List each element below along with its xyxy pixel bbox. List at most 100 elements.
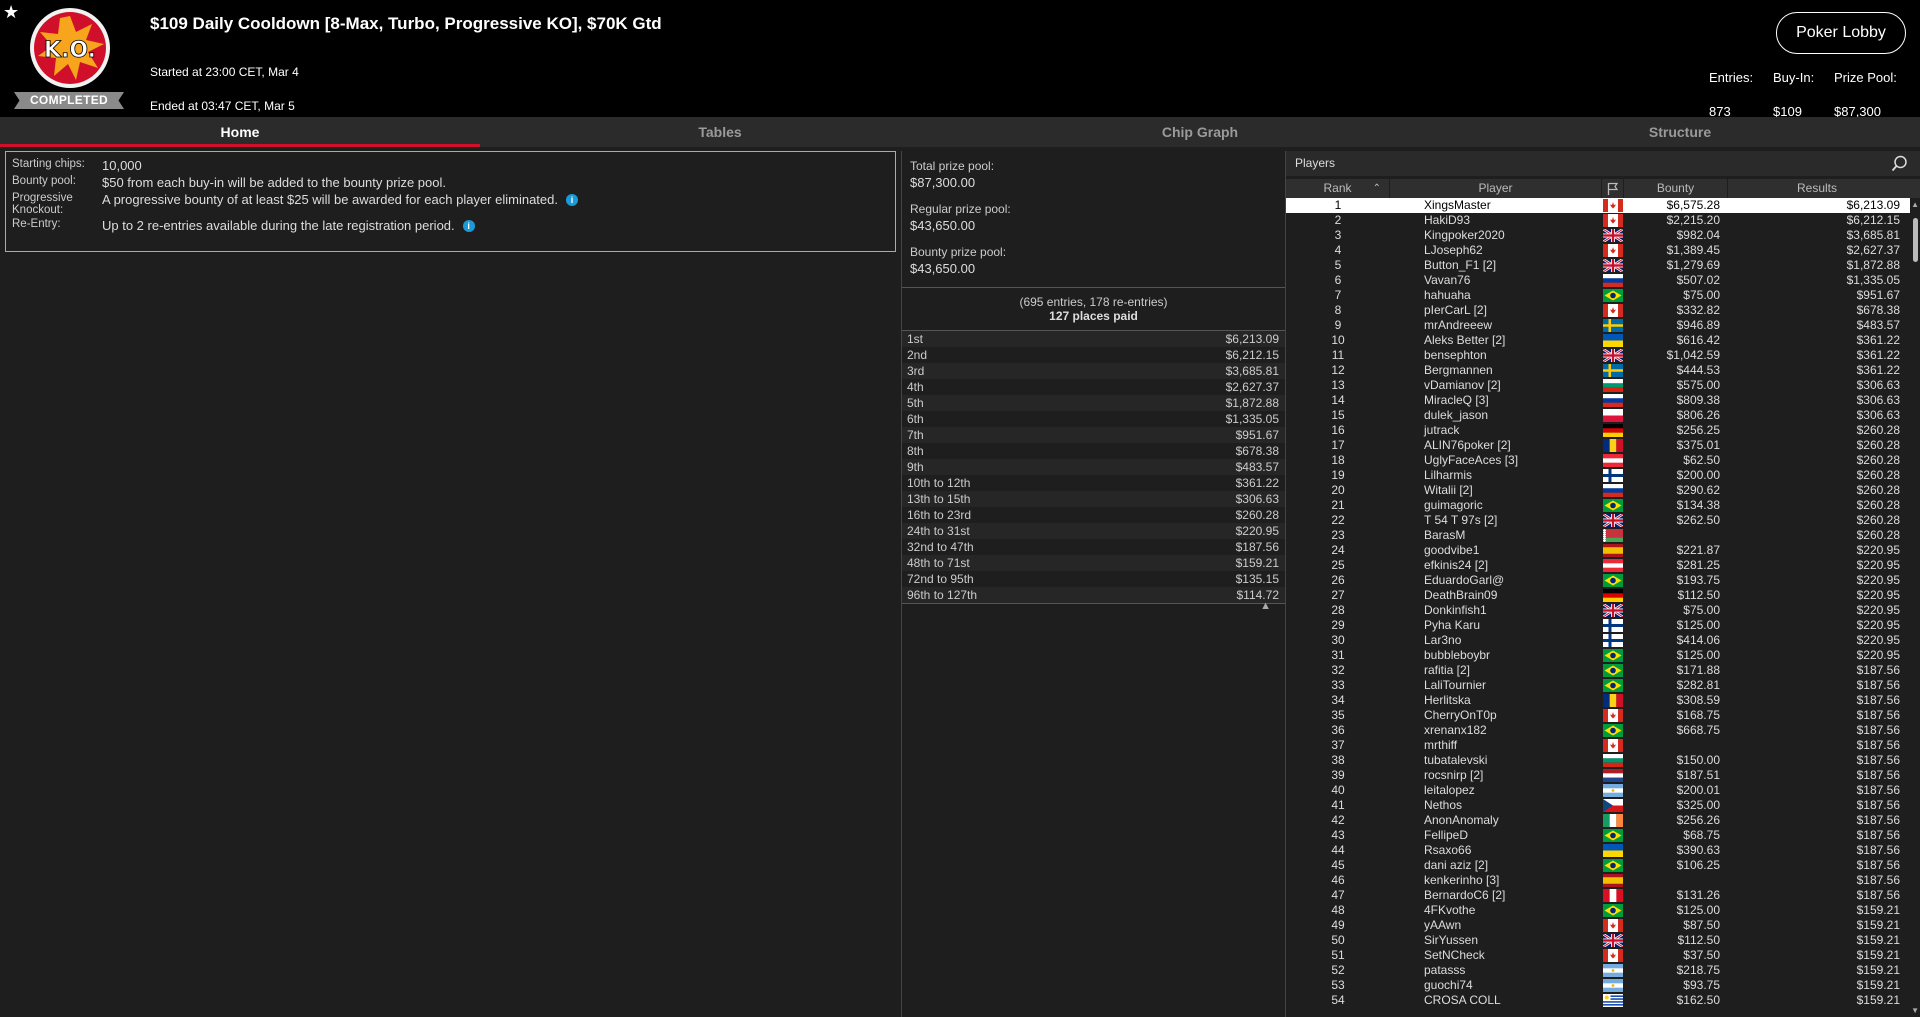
- player-row[interactable]: 26 EduardoGarl@ $193.75 $220.95: [1286, 573, 1920, 588]
- poker-lobby-button[interactable]: Poker Lobby: [1776, 12, 1906, 54]
- player-row[interactable]: 16 jutrack $256.25 $260.28: [1286, 423, 1920, 438]
- player-row[interactable]: 18 UglyFaceAces [3] $62.50 $260.28: [1286, 453, 1920, 468]
- player-row[interactable]: 10 Aleks Better [2] $616.42 $361.22: [1286, 333, 1920, 348]
- column-rank[interactable]: Rank ⌃: [1286, 179, 1390, 198]
- column-player-label: Player: [1478, 181, 1513, 195]
- player-rank: 25: [1331, 558, 1345, 572]
- scroll-up-icon[interactable]: ▲: [1911, 200, 1919, 209]
- player-row[interactable]: 22 T 54 T 97s [2] $262.50 $260.28: [1286, 513, 1920, 528]
- player-row[interactable]: 17 ALIN76poker [2] $375.01 $260.28: [1286, 438, 1920, 453]
- player-row[interactable]: 36 xrenanx182 $668.75 $187.56: [1286, 723, 1920, 738]
- player-row[interactable]: 1 XingsMaster $6,575.28 $6,213.09: [1286, 198, 1920, 213]
- player-row[interactable]: 19 Lilharmis $200.00 $260.28: [1286, 468, 1920, 483]
- player-result: $260.28: [1856, 453, 1900, 467]
- player-result: $159.21: [1856, 903, 1900, 917]
- player-row[interactable]: 20 Witalii [2] $290.62 $260.28: [1286, 483, 1920, 498]
- player-name: xrenanx182: [1424, 723, 1487, 737]
- player-row[interactable]: 4 LJoseph62 $1,389.45 $2,627.37: [1286, 243, 1920, 258]
- player-row[interactable]: 34 Herlitska $308.59 $187.56: [1286, 693, 1920, 708]
- player-row[interactable]: 28 Donkinfish1 $75.00 $220.95: [1286, 603, 1920, 618]
- player-row[interactable]: 35 CherryOnT0p $168.75 $187.56: [1286, 708, 1920, 723]
- player-row[interactable]: 12 Bergmannen $444.53 $361.22: [1286, 363, 1920, 378]
- player-bounty: $2,215.20: [1666, 213, 1720, 227]
- scroll-down-icon[interactable]: ▼: [1911, 1006, 1919, 1015]
- column-player[interactable]: Player: [1390, 179, 1602, 198]
- flag-ar-icon: [1602, 963, 1624, 978]
- info-icon[interactable]: i: [462, 220, 475, 232]
- player-name: BernardoC6 [2]: [1424, 888, 1506, 902]
- player-row[interactable]: 30 Lar3no $414.06 $220.95: [1286, 633, 1920, 648]
- players-scrollbar[interactable]: ▲ ▼: [1910, 198, 1920, 1017]
- player-row[interactable]: 48 4FKvothe $125.00 $159.21: [1286, 903, 1920, 918]
- player-row[interactable]: 31 bubbleboybr $125.00 $220.95: [1286, 648, 1920, 663]
- player-row[interactable]: 42 AnonAnomaly $256.26 $187.56: [1286, 813, 1920, 828]
- player-row[interactable]: 51 SetNCheck $37.50 $159.21: [1286, 948, 1920, 963]
- player-bounty: $1,389.45: [1666, 243, 1720, 257]
- column-results[interactable]: Results: [1728, 179, 1906, 198]
- player-row[interactable]: 6 Vavan76 $507.02 $1,335.05: [1286, 273, 1920, 288]
- player-rank: 14: [1331, 393, 1345, 407]
- player-row[interactable]: 54 CROSA COLL $162.50 $159.21: [1286, 993, 1920, 1008]
- tab-structure[interactable]: Structure: [1440, 117, 1920, 147]
- payout-row: 3rd $3,685.81: [902, 363, 1285, 379]
- player-row[interactable]: 45 dani aziz [2] $106.25 $187.56: [1286, 858, 1920, 873]
- tab-chip-graph[interactable]: Chip Graph: [960, 117, 1440, 147]
- player-row[interactable]: 9 mrAndreeew $946.89 $483.57: [1286, 318, 1920, 333]
- scrollbar-thumb[interactable]: [1913, 218, 1918, 262]
- player-row[interactable]: 13 vDamianov [2] $575.00 $306.63: [1286, 378, 1920, 393]
- payout-row: 9th $483.57: [902, 459, 1285, 475]
- player-rank: 13: [1331, 378, 1345, 392]
- player-row[interactable]: 40 leitalopez $200.01 $187.56: [1286, 783, 1920, 798]
- column-country[interactable]: [1602, 179, 1624, 198]
- player-row[interactable]: 27 DeathBrain09 $112.50 $220.95: [1286, 588, 1920, 603]
- player-result: $220.95: [1856, 648, 1900, 662]
- player-row[interactable]: 5 Button_F1 [2] $1,279.69 $1,872.88: [1286, 258, 1920, 273]
- payout-amount: $951.67: [1235, 428, 1279, 442]
- player-row[interactable]: 47 BernardoC6 [2] $131.26 $187.56: [1286, 888, 1920, 903]
- player-row[interactable]: 25 efkinis24 [2] $281.25 $220.95: [1286, 558, 1920, 573]
- search-icon[interactable]: [1891, 155, 1908, 172]
- flag-es-icon: [1602, 873, 1624, 888]
- flag-fi-icon: [1602, 633, 1624, 648]
- tab-tables[interactable]: Tables: [480, 117, 960, 147]
- player-row[interactable]: 3 Kingpoker2020 $982.04 $3,685.81: [1286, 228, 1920, 243]
- player-name: bubbleboybr: [1424, 648, 1491, 662]
- player-row[interactable]: 21 guimagoric $134.38 $260.28: [1286, 498, 1920, 513]
- player-row[interactable]: 53 guochi74 $93.75 $159.21: [1286, 978, 1920, 993]
- player-row[interactable]: 46 kenkerinho [3] $187.56: [1286, 873, 1920, 888]
- player-row[interactable]: 7 hahuaha $75.00 $951.67: [1286, 288, 1920, 303]
- player-name: hahuaha: [1424, 288, 1471, 302]
- player-row[interactable]: 11 bensephton $1,042.59 $361.22: [1286, 348, 1920, 363]
- player-row[interactable]: 37 mrthiff $187.56: [1286, 738, 1920, 753]
- player-row[interactable]: 23 BarasM $260.28: [1286, 528, 1920, 543]
- player-row[interactable]: 44 Rsaxo66 $390.63 $187.56: [1286, 843, 1920, 858]
- flag-gb-icon: [1602, 513, 1624, 528]
- player-row[interactable]: 50 SirYussen $112.50 $159.21: [1286, 933, 1920, 948]
- player-row[interactable]: 24 goodvibe1 $221.87 $220.95: [1286, 543, 1920, 558]
- payout-row: 13th to 15th $306.63: [902, 491, 1285, 507]
- player-row[interactable]: 15 dulek_jason $806.26 $306.63: [1286, 408, 1920, 423]
- player-row[interactable]: 8 pIerCarL [2] $332.82 $678.38: [1286, 303, 1920, 318]
- player-row[interactable]: 33 LaliTournier $282.81 $187.56: [1286, 678, 1920, 693]
- column-bounty[interactable]: Bounty: [1624, 179, 1728, 198]
- player-row[interactable]: 29 Pyha Karu $125.00 $220.95: [1286, 618, 1920, 633]
- player-rank: 34: [1331, 693, 1345, 707]
- tab-home[interactable]: Home: [0, 117, 480, 147]
- payout-amount: $1,872.88: [1225, 396, 1279, 410]
- flag-ca-icon: [1602, 213, 1624, 228]
- player-row[interactable]: 43 FellipeD $68.75 $187.56: [1286, 828, 1920, 843]
- player-row[interactable]: 49 yAAwn $87.50 $159.21: [1286, 918, 1920, 933]
- player-row[interactable]: 52 patasss $218.75 $159.21: [1286, 963, 1920, 978]
- player-bounty: $134.38: [1676, 498, 1720, 512]
- info-icon[interactable]: i: [565, 194, 578, 206]
- player-row[interactable]: 32 rafitia [2] $171.88 $187.56: [1286, 663, 1920, 678]
- player-row[interactable]: 2 HakiD93 $2,215.20 $6,212.15: [1286, 213, 1920, 228]
- collapse-chevron-icon[interactable]: ▲: [1260, 600, 1271, 612]
- buyin-label: Buy-In:: [1773, 70, 1815, 85]
- player-row[interactable]: 14 MiracleQ [3] $809.38 $306.63: [1286, 393, 1920, 408]
- player-row[interactable]: 41 Nethos $325.00 $187.56: [1286, 798, 1920, 813]
- player-row[interactable]: 38 tubatalevski $150.00 $187.56: [1286, 753, 1920, 768]
- favorite-star-icon[interactable]: ★: [3, 3, 21, 21]
- player-row[interactable]: 39 rocsnirp [2] $187.51 $187.56: [1286, 768, 1920, 783]
- player-bounty: $6,575.28: [1666, 198, 1720, 212]
